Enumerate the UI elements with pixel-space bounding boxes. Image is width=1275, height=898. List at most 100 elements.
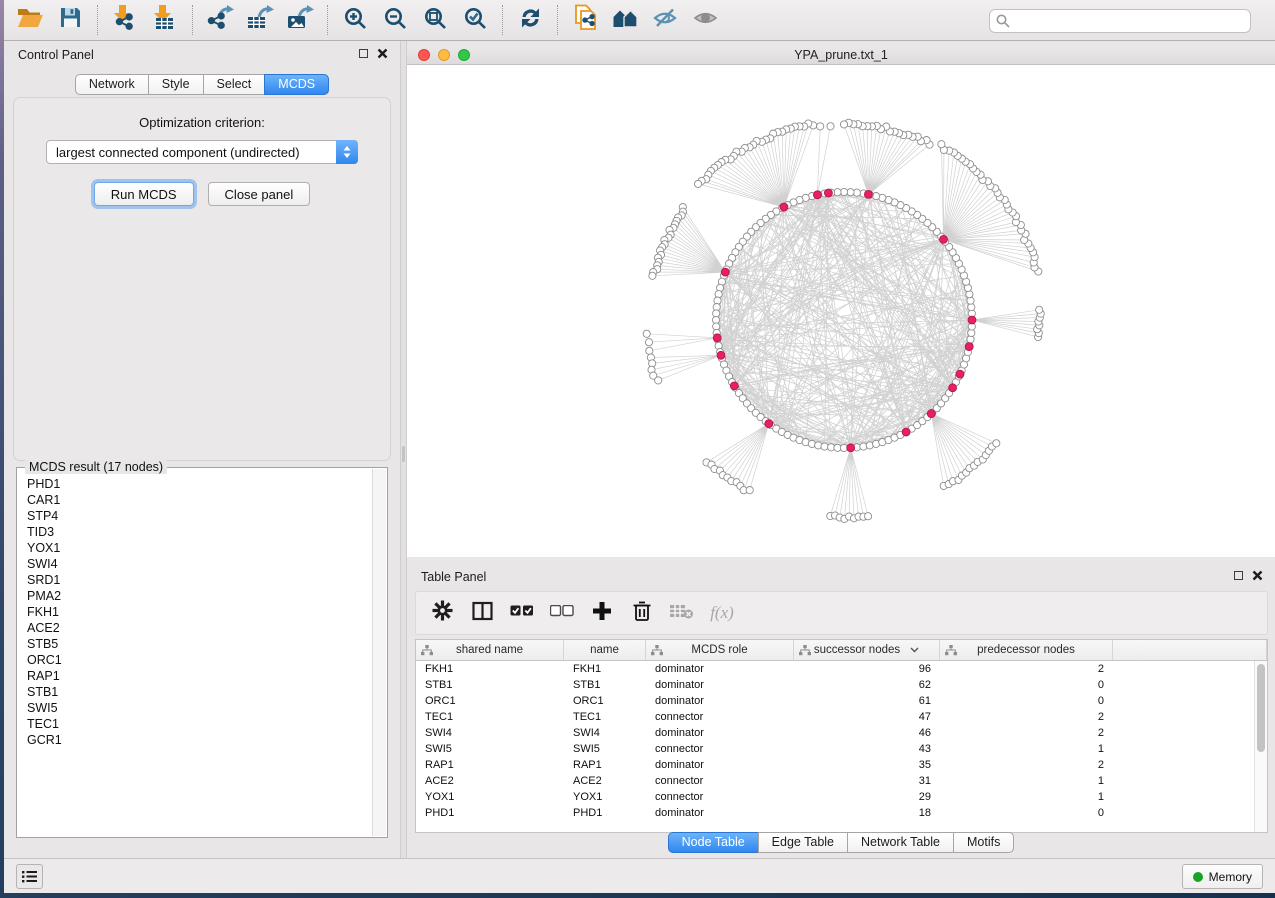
window-close-icon[interactable] <box>418 49 430 61</box>
run-mcds-button[interactable]: Run MCDS <box>94 182 194 206</box>
split-panel-button[interactable] <box>471 602 493 624</box>
mcds-node[interactable] <box>949 384 957 392</box>
tab-mcds[interactable]: MCDS <box>264 74 329 95</box>
list-item[interactable]: PMA2 <box>27 588 371 604</box>
cell[interactable]: 96 <box>794 661 940 677</box>
mcds-node[interactable] <box>965 343 973 351</box>
cell[interactable]: RAP1 <box>416 757 564 773</box>
cell[interactable]: ORC1 <box>416 693 564 709</box>
settings-gear-button[interactable] <box>431 602 453 624</box>
cell[interactable]: ORC1 <box>564 693 646 709</box>
column-header-shared-name[interactable]: shared name <box>416 640 564 660</box>
cell[interactable]: STB1 <box>416 677 564 693</box>
tab-node-table[interactable]: Node Table <box>668 832 759 853</box>
refresh-layout-button[interactable] <box>510 2 550 38</box>
close-panel-icon[interactable] <box>377 48 388 59</box>
mcds-node[interactable] <box>721 268 729 276</box>
list-item[interactable]: PHD1 <box>27 476 371 492</box>
table-row[interactable]: PHD1PHD1dominator180 <box>416 805 1267 821</box>
tab-motifs[interactable]: Motifs <box>953 832 1014 853</box>
panel-splitter[interactable] <box>400 41 407 858</box>
cell[interactable]: connector <box>646 773 794 789</box>
deselect-all-button[interactable] <box>551 602 573 624</box>
mcds-node[interactable] <box>956 370 964 378</box>
cell[interactable]: 18 <box>794 805 940 821</box>
cell[interactable]: connector <box>646 789 794 805</box>
list-item[interactable]: STB5 <box>27 636 371 652</box>
cell[interactable]: ACE2 <box>564 773 646 789</box>
export-network-button[interactable] <box>200 2 240 38</box>
cell[interactable]: 61 <box>794 693 940 709</box>
first-neighbors-button[interactable] <box>605 2 645 38</box>
cell[interactable]: dominator <box>646 725 794 741</box>
mcds-node[interactable] <box>824 189 832 197</box>
cell[interactable]: connector <box>646 709 794 725</box>
cell[interactable]: 29 <box>794 789 940 805</box>
cell[interactable]: dominator <box>646 693 794 709</box>
table-row[interactable]: TEC1TEC1connector472 <box>416 709 1267 725</box>
optimization-criterion-dropdown[interactable]: largest connected component (undirected) <box>46 140 358 164</box>
cell[interactable]: ACE2 <box>416 773 564 789</box>
zoom-in-button[interactable] <box>335 2 375 38</box>
mcds-node[interactable] <box>780 203 788 211</box>
open-file-button[interactable] <box>10 2 50 38</box>
cell[interactable]: FKH1 <box>564 661 646 677</box>
table-row[interactable]: ORC1ORC1dominator610 <box>416 693 1267 709</box>
cell[interactable]: dominator <box>646 805 794 821</box>
cell[interactable]: STB1 <box>564 677 646 693</box>
list-item[interactable]: STP4 <box>27 508 371 524</box>
table-row[interactable]: FKH1FKH1dominator962 <box>416 661 1267 677</box>
column-header-successor-nodes[interactable]: successor nodes <box>794 640 940 660</box>
mcds-node[interactable] <box>864 190 872 198</box>
tab-network[interactable]: Network <box>75 74 149 95</box>
add-column-button[interactable] <box>591 602 613 624</box>
cell[interactable]: 47 <box>794 709 940 725</box>
cell[interactable]: 46 <box>794 725 940 741</box>
mcds-node[interactable] <box>968 316 976 324</box>
cell[interactable]: dominator <box>646 677 794 693</box>
tab-select[interactable]: Select <box>203 74 266 95</box>
cell[interactable]: 62 <box>794 677 940 693</box>
cell[interactable]: YOX1 <box>416 789 564 805</box>
mcds-node[interactable] <box>940 235 948 243</box>
list-item[interactable]: ORC1 <box>27 652 371 668</box>
table-scrollbar-thumb[interactable] <box>1257 664 1265 752</box>
cell[interactable]: PHD1 <box>564 805 646 821</box>
search-input[interactable] <box>989 9 1251 33</box>
mcds-result-list[interactable]: PHD1CAR1STP4TID3YOX1SWI4SRD1PMA2FKH1ACE2… <box>19 470 371 835</box>
cell[interactable]: SWI4 <box>564 725 646 741</box>
close-table-panel-icon[interactable] <box>1252 570 1263 581</box>
list-item[interactable]: CAR1 <box>27 492 371 508</box>
column-header-predecessor-nodes[interactable]: predecessor nodes <box>940 640 1113 660</box>
zoom-selected-button[interactable] <box>455 2 495 38</box>
duplicate-network-button[interactable] <box>565 2 605 38</box>
mcds-node[interactable] <box>730 382 738 390</box>
cell[interactable]: dominator <box>646 661 794 677</box>
tab-style[interactable]: Style <box>148 74 204 95</box>
cell[interactable]: RAP1 <box>564 757 646 773</box>
cell[interactable]: SWI5 <box>564 741 646 757</box>
hide-selected-button[interactable] <box>645 2 685 38</box>
export-image-button[interactable] <box>280 2 320 38</box>
cell[interactable]: 2 <box>940 661 1113 677</box>
cell[interactable]: 43 <box>794 741 940 757</box>
float-panel-icon[interactable] <box>359 49 368 58</box>
list-item[interactable]: GCR1 <box>27 732 371 748</box>
cell[interactable]: 1 <box>940 773 1113 789</box>
cell[interactable]: 31 <box>794 773 940 789</box>
list-item[interactable]: SRD1 <box>27 572 371 588</box>
close-panel-button[interactable]: Close panel <box>208 182 311 206</box>
mcds-node[interactable] <box>902 428 910 436</box>
tab-edge-table[interactable]: Edge Table <box>758 832 848 853</box>
cell[interactable]: 35 <box>794 757 940 773</box>
network-canvas[interactable] <box>407 65 1275 557</box>
mcds-node[interactable] <box>765 420 773 428</box>
cell[interactable]: TEC1 <box>416 709 564 725</box>
table-row[interactable]: ACE2ACE2connector311 <box>416 773 1267 789</box>
cell[interactable]: PHD1 <box>416 805 564 821</box>
table-row[interactable]: RAP1RAP1dominator352 <box>416 757 1267 773</box>
list-item[interactable]: FKH1 <box>27 604 371 620</box>
cell[interactable]: TEC1 <box>564 709 646 725</box>
column-header-name[interactable]: name <box>564 640 646 660</box>
window-maximize-icon[interactable] <box>458 49 470 61</box>
